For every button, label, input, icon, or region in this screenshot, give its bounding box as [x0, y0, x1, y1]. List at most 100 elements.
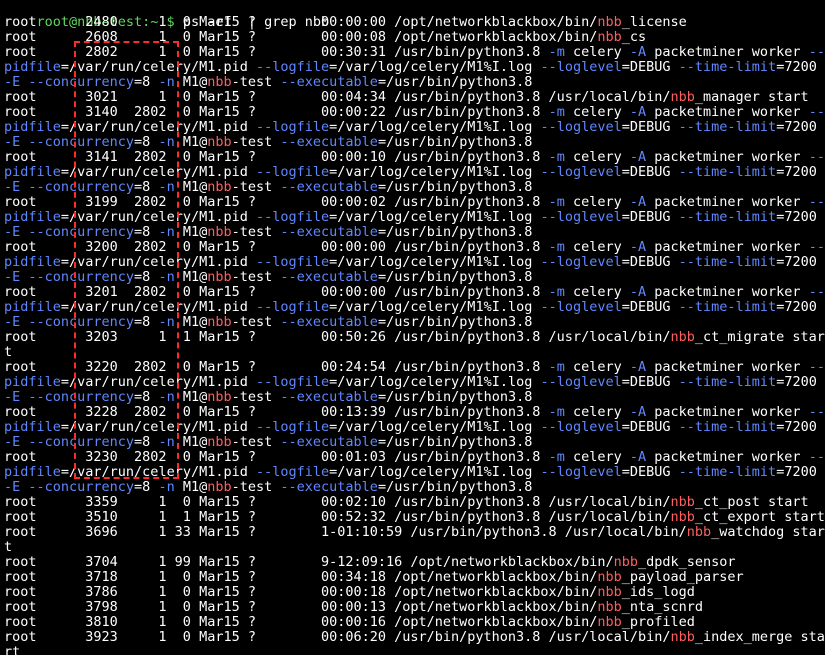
output-text: =DEBUG [621, 164, 679, 180]
output-text: =/usr/bin/python3.8 [377, 434, 533, 450]
output-text: rt [4, 644, 21, 655]
output-text: =7200 [776, 374, 817, 390]
output-line: t [4, 540, 825, 555]
output-text: -test [231, 389, 281, 405]
output-text: =8 [134, 134, 159, 150]
option-flag: -E --concurrency [4, 479, 135, 495]
output-text: =8 [134, 434, 159, 450]
option-flag: pidfile [4, 419, 61, 435]
option-flag: --executable [280, 314, 378, 330]
option-flag: --executable [280, 224, 378, 240]
option-flag: -- [808, 359, 825, 375]
output-text: _nta_scnrd [621, 599, 703, 615]
output-text: =8 [134, 314, 159, 330]
option-flag: --loglevel [540, 464, 622, 480]
output-text: =/var/log/celery/M1%I.log [329, 59, 541, 75]
output-line: root 3140 2802 0 Mar15 ? 00:00:22 /usr/b… [4, 105, 825, 120]
output-text: -test [231, 179, 281, 195]
output-line: root 3718 1 0 Mar15 ? 00:34:18 /opt/netw… [4, 570, 825, 585]
grep-match: nbb [207, 479, 232, 495]
output-text: =DEBUG [621, 419, 679, 435]
output-line: root 3021 1 0 Mar15 ? 00:04:34 /usr/bin/… [4, 90, 825, 105]
output-text: packetminer worker [646, 239, 809, 255]
output-line: pidfile=/var/run/celery/M1.pid --logfile… [4, 120, 825, 135]
grep-match: nbb [207, 389, 232, 405]
output-text: =/var/run/celery/M1.pid [60, 254, 256, 270]
process-list: root 2480 1 0 Mar15 ? 00:00:00 /opt/netw… [4, 15, 825, 655]
output-text: _index_merge sta [694, 629, 825, 645]
option-flag: -A [629, 239, 647, 255]
option-flag: --time-limit [678, 299, 777, 315]
output-line: t [4, 345, 825, 360]
output-line: root 3696 1 33 Mar15 ? 1-01:10:59 /usr/b… [4, 525, 825, 540]
option-flag: -- [808, 194, 825, 210]
output-text: =/usr/bin/python3.8 [377, 179, 533, 195]
option-flag: -n [158, 389, 175, 405]
output-text: root 2608 1 0 Mar15 ? 00:00:08 /opt/netw… [4, 29, 598, 45]
output-text: celery [564, 104, 630, 120]
terminal-output[interactable]: root@nbb-test:~ $ ps -ef | grep nbb root… [4, 0, 825, 655]
grep-match: nbb [207, 314, 232, 330]
output-text: celery [564, 194, 630, 210]
output-text: _ct_post start [694, 494, 809, 510]
grep-match: nbb [597, 29, 622, 45]
output-text: celery [564, 449, 630, 465]
output-text: =/var/run/celery/M1.pid [60, 164, 256, 180]
output-line: -E --concurrency=8 -n M1@nbb-test --exec… [4, 135, 825, 150]
output-text: -test [231, 269, 281, 285]
output-line: pidfile=/var/run/celery/M1.pid --logfile… [4, 165, 825, 180]
option-flag: -n [158, 314, 175, 330]
output-text: -test [231, 224, 281, 240]
output-text: =8 [134, 224, 159, 240]
output-text: _watchdog star [711, 524, 825, 540]
output-line: pidfile=/var/run/celery/M1.pid --logfile… [4, 420, 825, 435]
output-text: root 2480 1 0 Mar15 ? 00:00:00 /opt/netw… [4, 14, 598, 30]
option-flag: -m [548, 359, 565, 375]
output-line: pidfile=/var/run/celery/M1.pid --logfile… [4, 255, 825, 270]
option-flag: pidfile [4, 119, 61, 135]
output-line: root 3230 2802 0 Mar15 ? 00:01:03 /usr/b… [4, 450, 825, 465]
output-text: _cs [621, 29, 647, 45]
output-text: M1@ [174, 74, 208, 90]
option-flag: -- [808, 149, 825, 165]
option-flag: -E --concurrency [4, 134, 135, 150]
output-text: root 3510 1 1 Mar15 ? 00:52:32 /usr/bin/… [4, 509, 671, 525]
option-flag: --loglevel [540, 299, 622, 315]
option-flag: -n [158, 134, 175, 150]
option-flag: -- [808, 284, 825, 300]
output-text: =/usr/bin/python3.8 [377, 269, 533, 285]
output-text: M1@ [174, 269, 208, 285]
grep-match: nbb [670, 509, 695, 525]
output-text: =/var/run/celery/M1.pid [60, 119, 256, 135]
output-text: celery [564, 359, 630, 375]
grep-match: nbb [597, 14, 622, 30]
output-line: -E --concurrency=8 -n M1@nbb-test --exec… [4, 225, 825, 240]
output-line: pidfile=/var/run/celery/M1.pid --logfile… [4, 465, 825, 480]
option-flag: --time-limit [678, 59, 777, 75]
output-text: packetminer worker [646, 359, 809, 375]
option-flag: --executable [280, 179, 378, 195]
output-text: =/var/log/celery/M1%I.log [329, 374, 541, 390]
output-line: root 3923 1 0 Mar15 ? 00:06:20 /usr/bin/… [4, 630, 825, 645]
output-line: root 3200 2802 0 Mar15 ? 00:00:00 /usr/b… [4, 240, 825, 255]
output-text: -test [231, 134, 281, 150]
option-flag: -- [808, 449, 825, 465]
option-flag: -- [808, 239, 825, 255]
output-text: packetminer worker [646, 149, 809, 165]
output-text: celery [564, 404, 630, 420]
option-flag: pidfile [4, 374, 61, 390]
output-text: root 3230 2802 0 Mar15 ? 00:01:03 /usr/b… [4, 449, 549, 465]
option-flag: --executable [280, 134, 378, 150]
output-text: =7200 [776, 299, 817, 315]
option-flag: -n [158, 434, 175, 450]
option-flag: -E --concurrency [4, 74, 135, 90]
output-line: root 3203 1 1 Mar15 ? 00:50:26 /usr/bin/… [4, 330, 825, 345]
output-text: root 3923 1 0 Mar15 ? 00:06:20 /usr/bin/… [4, 629, 671, 645]
output-text: -test [231, 74, 281, 90]
output-text: _ct_migrate star [694, 329, 825, 345]
option-flag: --executable [280, 74, 378, 90]
option-flag: pidfile [4, 164, 61, 180]
output-text: root 3220 2802 0 Mar15 ? 00:24:54 /usr/b… [4, 359, 549, 375]
output-line: -E --concurrency=8 -n M1@nbb-test --exec… [4, 390, 825, 405]
grep-match: nbb [207, 74, 232, 90]
